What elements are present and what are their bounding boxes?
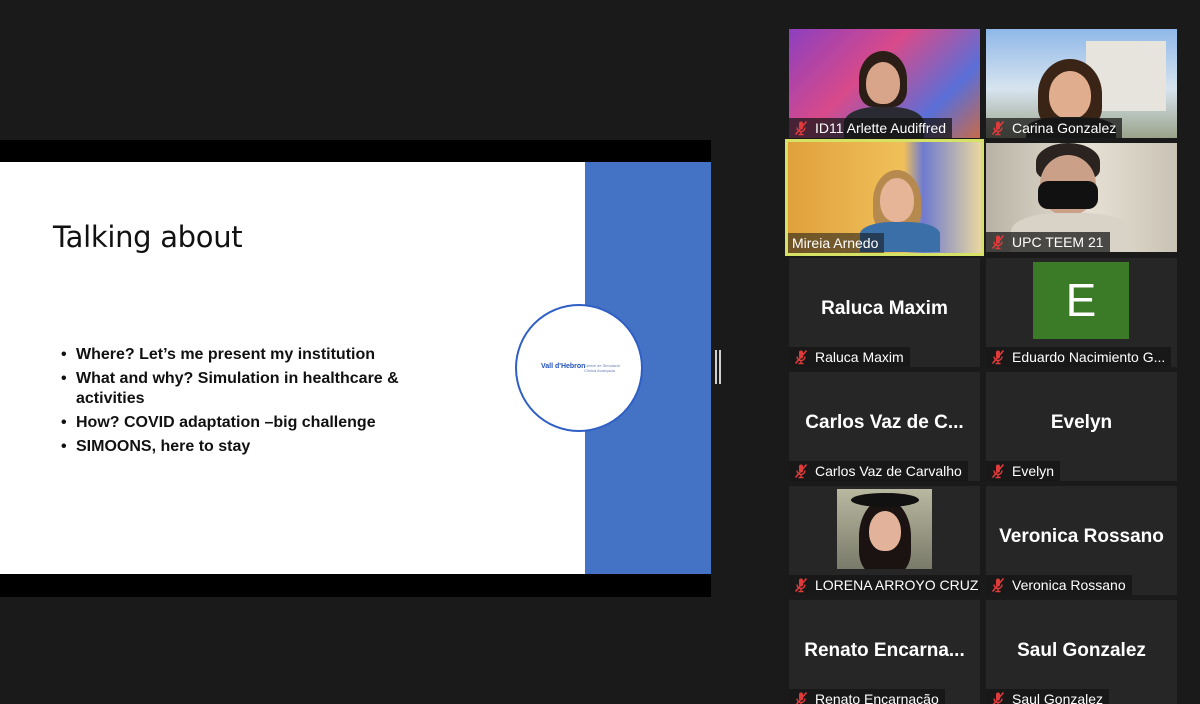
mic-muted-icon (794, 349, 808, 365)
mic-muted-icon (991, 349, 1005, 365)
participant-display-name: Renato Encarna... (804, 640, 965, 661)
participant-name: Carina Gonzalez (1012, 120, 1117, 136)
participant-photo (837, 489, 932, 569)
slide-bullet-list: Where? Let’s me present my institution W… (61, 345, 436, 461)
participant-name-label: Carina Gonzalez (986, 118, 1123, 138)
mic-muted-icon (795, 691, 808, 704)
participant-name: Saul Gonzalez (1012, 691, 1104, 704)
mic-muted-icon (991, 463, 1005, 479)
mic-muted-icon (794, 463, 808, 479)
participant-tile[interactable]: Raluca Maxim Raluca Maxim (789, 258, 980, 367)
participant-avatar: E (1033, 262, 1129, 339)
participant-name-label: Mireia Arnedo (788, 233, 885, 253)
participant-tile[interactable]: Mireia Arnedo (785, 139, 984, 256)
participant-display-name: Raluca Maxim (821, 298, 948, 319)
participant-name: Renato Encarnação (815, 691, 939, 704)
participant-tile[interactable]: Evelyn Evelyn (986, 372, 1177, 481)
participant-tile[interactable]: Renato Encarna... Renato Encarnação (789, 600, 980, 704)
mic-muted-icon (991, 120, 1005, 136)
participant-tile[interactable]: E Eduardo Nacimiento G... (986, 258, 1177, 367)
slide-bullet: Where? Let’s me present my institution (61, 345, 436, 365)
participant-name: UPC TEEM 21 (1012, 234, 1104, 250)
presentation-slide: Talking about Where? Let’s me present my… (0, 162, 711, 574)
slide-bullet: What and why? Simulation in healthcare &… (61, 369, 436, 409)
logo-subtitle: Centre de Simulació Clínica Avançada (584, 363, 621, 373)
participant-name-label: Raluca Maxim (789, 347, 910, 367)
participant-name-label: Eduardo Nacimiento G... (986, 347, 1172, 367)
participant-name-label: UPC TEEM 21 (986, 232, 1110, 252)
mic-muted-icon (991, 234, 1005, 250)
participant-tile[interactable]: Veronica Rossano Veronica Rossano (986, 486, 1177, 595)
participant-tile[interactable]: UPC TEEM 21 (986, 143, 1177, 252)
participant-display-name: Carlos Vaz de C... (805, 412, 964, 433)
participant-name: ID11 Arlette Audiffred (815, 120, 947, 136)
panel-resize-handle[interactable] (715, 350, 721, 384)
participant-name-label: Saul Gonzalez (986, 689, 1110, 704)
participant-name: Mireia Arnedo (792, 235, 879, 251)
participant-tile[interactable]: Carina Gonzalez (986, 29, 1177, 138)
participant-tile[interactable]: Carlos Vaz de C... Carlos Vaz de Carvalho (789, 372, 980, 481)
participant-tile[interactable]: Saul Gonzalez Saul Gonzalez (986, 600, 1177, 704)
participant-name: LORENA ARROYO CRUZ (815, 577, 979, 593)
institution-logo: Vall d'Hebron Centre de Simulació Clínic… (515, 304, 643, 432)
slide-title: Talking about (53, 220, 243, 254)
participant-name-label: Evelyn (986, 461, 1061, 481)
mic-muted-icon (991, 577, 1005, 593)
participant-name-label: ID11 Arlette Audiffred (789, 118, 953, 138)
participant-tile[interactable]: LORENA ARROYO CRUZ (789, 486, 980, 595)
shared-screen: Talking about Where? Let’s me present my… (0, 140, 711, 597)
participant-name-label: Carlos Vaz de Carvalho (789, 461, 968, 481)
mic-muted-icon (794, 577, 808, 593)
logo-name: Vall d'Hebron (541, 363, 586, 370)
participant-name: Carlos Vaz de Carvalho (815, 463, 962, 479)
participant-name-label: LORENA ARROYO CRUZ (789, 575, 980, 595)
participant-display-name: Veronica Rossano (999, 526, 1164, 547)
participant-name-label: Veronica Rossano (986, 575, 1132, 595)
participant-name: Veronica Rossano (1012, 577, 1126, 593)
participant-name: Evelyn (1012, 463, 1055, 479)
participant-display-name: Evelyn (1050, 412, 1113, 433)
participant-tile[interactable]: ID11 Arlette Audiffred (789, 29, 980, 138)
slide-bullet: SIMOONS, here to stay (61, 437, 436, 457)
participant-name: Eduardo Nacimiento G... (1012, 349, 1166, 365)
slide-bullet: How? COVID adaptation –big challenge (61, 413, 436, 433)
mic-muted-icon (794, 120, 808, 136)
mic-muted-icon (992, 691, 1005, 704)
participant-display-name: Saul Gonzalez (1017, 640, 1146, 661)
participant-name: Raluca Maxim (815, 349, 904, 365)
participant-name-label: Renato Encarnação (789, 689, 945, 704)
